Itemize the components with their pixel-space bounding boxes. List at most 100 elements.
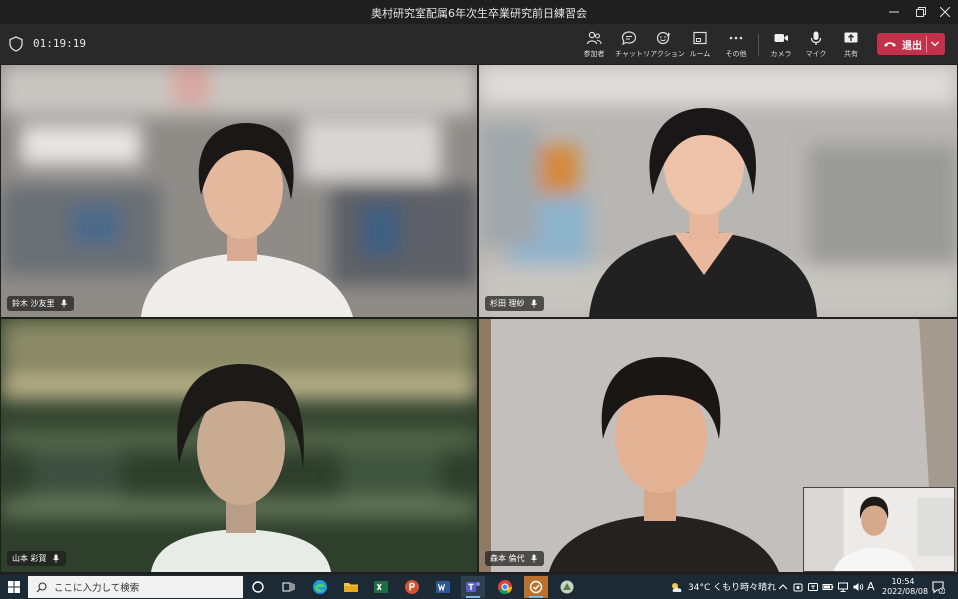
participant-name-tag: 山本 彩賀 xyxy=(7,551,66,566)
network-icon[interactable] xyxy=(837,581,849,593)
tray-app-icon[interactable] xyxy=(792,581,804,593)
microphone-icon xyxy=(530,554,537,563)
rooms-icon xyxy=(693,31,707,45)
taskbar-app-teams[interactable] xyxy=(461,576,485,598)
capture-icon xyxy=(529,580,543,594)
close-icon xyxy=(940,7,950,17)
windows-taskbar: ここに入力して検索 34°C くもり時々晴れ A 10:54 2022/08/0… xyxy=(0,575,958,599)
participant-name: 山本 彩賀 xyxy=(12,554,47,563)
leave-button[interactable]: 退出 xyxy=(877,33,945,55)
microphone-label: マイク xyxy=(805,50,827,58)
shield-icon xyxy=(9,36,23,52)
rooms-label: ルーム xyxy=(689,50,711,58)
microphone-icon xyxy=(810,31,822,45)
window-title: 奥村研究室配属6年次生卒業研究前日練習会 xyxy=(371,7,587,20)
clock-date: 2022/08/08 xyxy=(882,587,929,596)
reactions-button[interactable]: リアクション xyxy=(643,28,685,62)
search-icon xyxy=(36,581,47,592)
battery-icon[interactable] xyxy=(822,581,834,593)
more-label: その他 xyxy=(725,50,747,58)
minimize-icon xyxy=(889,11,899,13)
task-view-icon xyxy=(282,582,295,592)
video-tile-participant-2[interactable]: 杉田 理紗 xyxy=(479,65,957,317)
close-button[interactable] xyxy=(931,0,958,24)
search-placeholder: ここに入力して検索 xyxy=(54,583,140,594)
taskbar-app-word[interactable] xyxy=(431,576,455,598)
participant-name-tag: 杉田 理紗 xyxy=(485,296,544,311)
window-titlebar: 奥村研究室配属6年次生卒業研究前日練習会 xyxy=(0,0,958,24)
edge-icon xyxy=(313,580,327,594)
excel-icon xyxy=(374,581,388,593)
share-label: 共有 xyxy=(844,50,858,58)
participants-label: 参加者 xyxy=(583,50,605,58)
leave-divider xyxy=(926,36,927,52)
people-icon xyxy=(586,31,602,45)
taskbar-app-edge[interactable] xyxy=(308,576,332,598)
notification-icon[interactable]: 2 xyxy=(931,580,945,594)
participant-name: 森本 倫代 xyxy=(490,554,525,563)
reactions-label: リアクション xyxy=(643,50,685,58)
camera-button[interactable]: カメラ xyxy=(761,28,801,62)
cortana-icon xyxy=(252,581,264,593)
participant-3-video xyxy=(1,319,477,572)
self-view-video[interactable] xyxy=(803,487,955,572)
meeting-timer: 01:19:19 xyxy=(33,37,86,50)
app-icon xyxy=(560,580,574,594)
participant-1-video xyxy=(1,65,477,317)
notification-count: 2 xyxy=(941,589,944,594)
tray-teams-icon[interactable] xyxy=(807,581,819,593)
restore-icon xyxy=(916,7,926,17)
participant-name-tag: 鈴木 沙友里 xyxy=(7,296,74,311)
microphone-icon xyxy=(52,554,59,563)
participant-2-video xyxy=(479,65,957,317)
camera-icon xyxy=(774,34,788,42)
self-view-image xyxy=(804,488,954,571)
participant-name: 杉田 理紗 xyxy=(490,299,525,308)
hang-up-icon xyxy=(884,42,896,47)
toolbar-divider xyxy=(758,34,759,56)
minimize-button[interactable] xyxy=(880,0,908,24)
taskbar-clock[interactable]: 10:54 2022/08/08 xyxy=(882,577,929,597)
weather-text: 34°C くもり時々晴れ xyxy=(688,583,777,593)
word-icon xyxy=(436,581,450,593)
participants-button[interactable]: 参加者 xyxy=(574,28,614,62)
chevron-up-icon[interactable] xyxy=(777,581,789,593)
taskbar-app-powerpoint[interactable] xyxy=(400,576,424,598)
leave-label: 退出 xyxy=(902,40,922,52)
volume-icon[interactable] xyxy=(852,581,864,593)
microphone-icon xyxy=(530,299,537,308)
cloud-sun-icon xyxy=(672,582,682,592)
ime-indicator[interactable]: A xyxy=(867,580,875,593)
powerpoint-icon xyxy=(405,580,419,594)
taskbar-app-file-explorer[interactable] xyxy=(339,576,363,598)
meeting-toolbar: 01:19:19 参加者 チャット リアクション ルーム その他 カメラ マイク… xyxy=(0,24,958,64)
chrome-icon xyxy=(498,580,513,595)
video-tile-participant-3[interactable]: 山本 彩賀 xyxy=(1,319,477,572)
microphone-button[interactable]: マイク xyxy=(796,28,836,62)
share-button[interactable]: 共有 xyxy=(831,28,871,62)
rooms-button[interactable]: ルーム xyxy=(680,28,720,62)
chat-label: チャット xyxy=(615,50,643,58)
microphone-icon xyxy=(60,299,67,308)
chevron-down-icon[interactable] xyxy=(930,39,940,49)
reaction-icon xyxy=(656,31,671,45)
participant-name: 鈴木 沙友里 xyxy=(12,299,55,308)
task-view-button[interactable] xyxy=(276,576,300,598)
taskbar-app-excel[interactable] xyxy=(369,576,393,598)
windows-logo-icon xyxy=(8,581,20,593)
video-tile-participant-1[interactable]: 鈴木 沙友里 xyxy=(1,65,477,317)
taskbar-search-box[interactable]: ここに入力して検索 xyxy=(28,576,243,598)
taskbar-weather[interactable]: 34°C くもり時々晴れ xyxy=(670,580,776,593)
taskbar-app-capture[interactable] xyxy=(524,576,548,598)
share-icon xyxy=(844,32,858,43)
participant-name-tag: 森本 倫代 xyxy=(485,551,544,566)
start-button[interactable] xyxy=(0,575,28,599)
clock-time: 10:54 xyxy=(891,577,915,586)
cortana-button[interactable] xyxy=(246,576,270,598)
folder-icon xyxy=(344,583,358,592)
chat-icon xyxy=(621,31,637,46)
more-button[interactable]: その他 xyxy=(716,28,756,62)
taskbar-app-other[interactable] xyxy=(555,576,579,598)
taskbar-app-chrome[interactable] xyxy=(493,576,517,598)
camera-label: カメラ xyxy=(770,50,792,58)
